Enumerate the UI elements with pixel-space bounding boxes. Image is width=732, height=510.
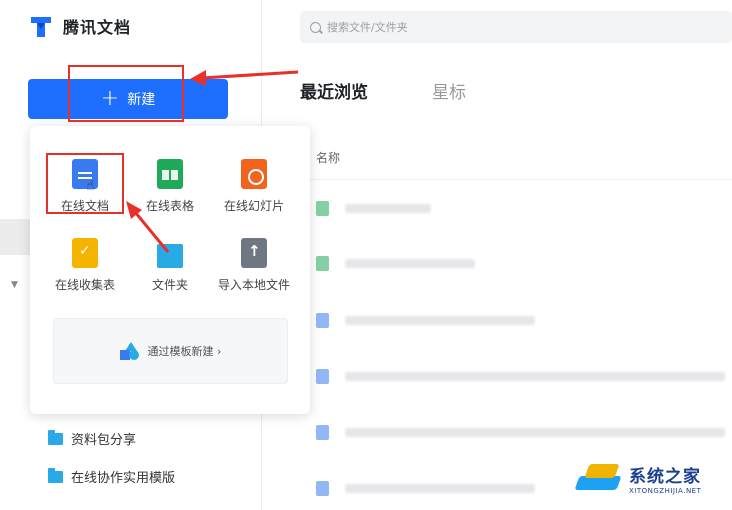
template-shapes-icon xyxy=(119,342,140,360)
menu-item-label: 在线表格 xyxy=(145,199,194,213)
sheet-file-icon xyxy=(316,255,329,271)
import-local-file[interactable]: 导入本地文件 xyxy=(214,238,294,293)
file-name-blurred xyxy=(345,427,725,437)
app-logo[interactable]: 腾讯文档 xyxy=(28,13,131,39)
menu-item-label: 导入本地文件 xyxy=(217,278,290,292)
new-from-template-button[interactable]: 通过模板新建 › xyxy=(53,318,288,384)
menu-item-label: 在线幻灯片 xyxy=(223,199,284,213)
watermark-main: 系统之家 xyxy=(629,466,701,487)
annotation-box-doc xyxy=(46,153,124,214)
slides-icon xyxy=(241,159,267,189)
file-row[interactable] xyxy=(316,255,475,271)
new-online-sheet[interactable]: 在线表格 xyxy=(130,159,210,214)
doc-file-icon xyxy=(316,424,329,440)
tab-starred[interactable]: 星标 xyxy=(432,78,466,103)
new-online-form[interactable]: 在线收集表 xyxy=(45,238,125,293)
app-window: 腾讯文档 + 新建 ▼ 资料包分享 在线协作实用模版 搜索文件/文件夹 最近浏览… xyxy=(0,0,732,510)
search-placeholder: 搜索文件/文件夹 xyxy=(327,21,408,34)
doc-file-icon xyxy=(316,480,329,496)
file-name-blurred xyxy=(345,371,725,381)
app-title: 腾讯文档 xyxy=(63,18,132,37)
watermark: 系统之家 XITONGZHIJIA.NET xyxy=(573,460,701,496)
sheet-file-icon xyxy=(316,200,329,216)
template-link-label: 通过模板新建 › xyxy=(147,345,222,358)
sheet-icon xyxy=(157,159,183,189)
search-input[interactable]: 搜索文件/文件夹 xyxy=(300,11,732,43)
doc-file-icon xyxy=(316,368,329,384)
menu-item-label: 文件夹 xyxy=(151,278,188,292)
column-header-name[interactable]: 名称 xyxy=(316,149,340,166)
new-online-slides[interactable]: 在线幻灯片 xyxy=(214,159,294,214)
file-name-blurred xyxy=(345,258,475,268)
file-row[interactable] xyxy=(316,312,535,328)
folder-label: 资料包分享 xyxy=(71,433,137,448)
watermark-sub: XITONGZHIJIA.NET xyxy=(629,486,702,495)
watermark-logo-icon xyxy=(573,460,625,496)
sidebar-folder[interactable]: 在线协作实用模版 xyxy=(48,467,175,486)
file-name-blurred xyxy=(345,315,535,325)
tencent-docs-logo-icon xyxy=(31,17,51,37)
folder-icon xyxy=(157,244,183,268)
search-icon xyxy=(310,21,321,33)
new-folder[interactable]: 文件夹 xyxy=(130,238,210,293)
sidebar-item-selected[interactable] xyxy=(0,219,30,255)
file-row[interactable] xyxy=(316,368,725,384)
annotation-box-new xyxy=(68,65,184,122)
folder-icon xyxy=(48,429,63,445)
file-name-blurred xyxy=(345,483,535,493)
doc-file-icon xyxy=(316,312,329,328)
divider xyxy=(300,179,732,180)
sidebar-folder[interactable]: 资料包分享 xyxy=(48,429,136,448)
upload-icon xyxy=(241,238,267,268)
file-row[interactable] xyxy=(316,200,431,216)
folder-label: 在线协作实用模版 xyxy=(71,471,176,486)
file-row[interactable] xyxy=(316,480,535,496)
tab-recent[interactable]: 最近浏览 xyxy=(300,78,368,103)
form-icon xyxy=(72,238,98,268)
file-row[interactable] xyxy=(316,424,725,440)
menu-item-label: 在线收集表 xyxy=(54,278,115,292)
folder-icon xyxy=(48,467,63,483)
caret-down-icon[interactable]: ▼ xyxy=(11,280,18,290)
file-name-blurred xyxy=(345,203,431,213)
